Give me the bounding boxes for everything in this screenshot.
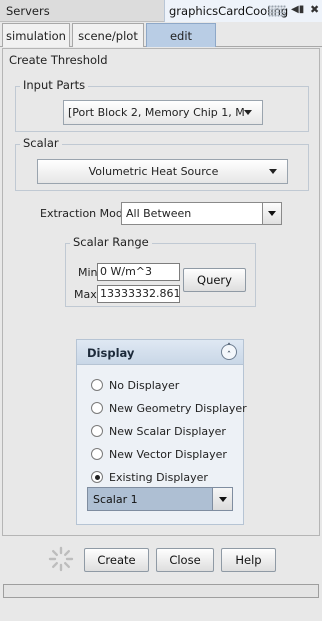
scalar-range-group: Scalar Range Min 0 W/m^3 Max 13333332.86… (65, 235, 256, 307)
radio-existing-displayer[interactable]: Existing Displayer (91, 468, 208, 486)
radio-no-displayer[interactable]: No Displayer (91, 376, 179, 394)
display-title: Display (87, 346, 135, 360)
grip-icon[interactable] (268, 5, 286, 17)
radio-label: New Geometry Displayer (109, 401, 247, 415)
radio-icon[interactable] (91, 402, 103, 414)
tab-bar: simulation scene/plot edit (0, 22, 322, 47)
panel-title: Create Threshold (9, 53, 108, 67)
query-button[interactable]: Query (183, 268, 246, 292)
servers-title[interactable]: Servers (0, 0, 164, 22)
max-label: Max (74, 288, 97, 301)
input-parts-value: [Port Block 2, Memory Chip 1, Mem... (68, 106, 244, 119)
radio-label: New Vector Displayer (109, 447, 227, 461)
existing-displayer-value: Scalar 1 (93, 492, 138, 506)
tab-scene-plot[interactable]: scene/plot (72, 23, 144, 47)
min-input[interactable]: 0 W/m^3 (97, 263, 180, 281)
scalar-value: Volumetric Heat Source (88, 165, 219, 178)
extraction-mode-value: All Between (126, 207, 192, 220)
min-label: Min (78, 266, 98, 279)
input-parts-legend: Input Parts (20, 78, 89, 92)
radio-icon[interactable] (91, 425, 103, 437)
radio-new-scalar-displayer[interactable]: New Scalar Displayer (91, 422, 226, 440)
input-parts-group: Input Parts [Port Block 2, Memory Chip 1… (15, 78, 309, 132)
expand-icon[interactable]: ◀▮ (291, 4, 304, 15)
tab-simulation[interactable]: simulation (2, 23, 70, 47)
title-bar: Servers graphicsCardCooling ◀▮ ✖ (0, 0, 322, 22)
scalar-group: Scalar Volumetric Heat Source (15, 136, 309, 191)
create-button[interactable]: Create (84, 548, 149, 572)
display-section: Display ˆˆ No Displayer New Geometry Dis… (76, 339, 247, 525)
radio-label: Existing Displayer (109, 470, 208, 484)
tab-edit[interactable]: edit (146, 23, 216, 47)
chevron-down-icon[interactable] (212, 488, 232, 510)
extraction-mode-label: Extraction Mode (40, 207, 130, 220)
max-input[interactable]: 13333332.86172 (97, 285, 180, 303)
display-header[interactable]: Display ˆˆ (77, 340, 243, 365)
scalar-legend: Scalar (20, 136, 62, 150)
chevron-down-icon (244, 110, 252, 115)
radio-label: No Displayer (109, 378, 180, 392)
help-button[interactable]: Help (221, 548, 276, 572)
spinner-icon (48, 546, 74, 572)
radio-new-geometry-displayer[interactable]: New Geometry Displayer (91, 399, 247, 417)
chevron-down-icon (269, 169, 277, 174)
radio-label: New Scalar Displayer (109, 424, 226, 438)
window-title-tab[interactable]: graphicsCardCooling ◀▮ ✖ (164, 0, 322, 22)
radio-icon[interactable] (91, 379, 103, 391)
create-threshold-panel: Create Threshold Input Parts [Port Block… (2, 48, 320, 536)
radio-icon[interactable] (91, 448, 103, 460)
existing-displayer-select[interactable]: Scalar 1 (87, 487, 233, 511)
chevron-down-icon[interactable] (262, 203, 281, 224)
status-bar (3, 584, 319, 598)
close-icon[interactable]: ✖ (310, 3, 319, 16)
radio-selected-icon[interactable] (91, 471, 103, 483)
scalar-range-legend: Scalar Range (70, 235, 152, 249)
input-parts-combo[interactable]: [Port Block 2, Memory Chip 1, Mem... (63, 100, 263, 125)
close-button[interactable]: Close (156, 548, 214, 572)
collapse-icon[interactable]: ˆˆ (221, 344, 237, 361)
radio-new-vector-displayer[interactable]: New Vector Displayer (91, 445, 227, 463)
scalar-combo[interactable]: Volumetric Heat Source (37, 159, 288, 184)
extraction-mode-select[interactable]: All Between (121, 202, 282, 225)
